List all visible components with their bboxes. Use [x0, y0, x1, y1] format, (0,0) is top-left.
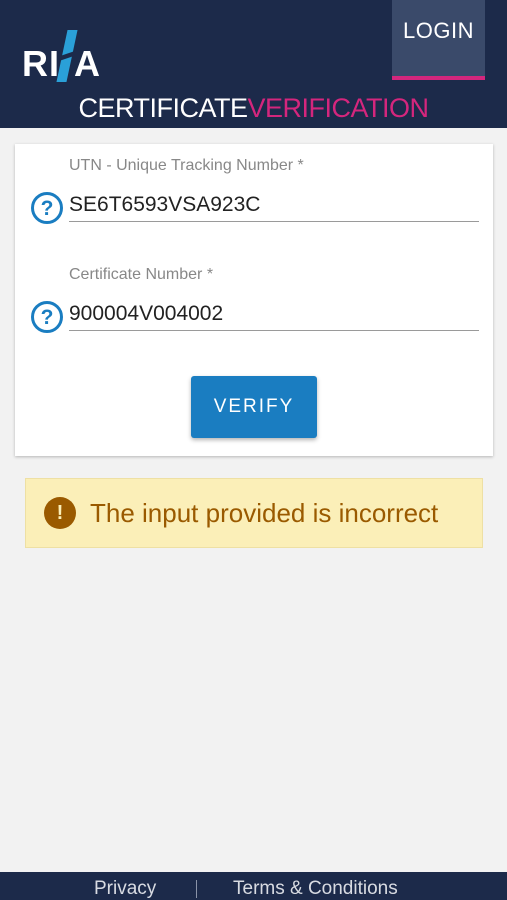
certificate-number-input[interactable]: [69, 297, 479, 331]
page-title: CERTIFICATEVERIFICATION: [0, 92, 507, 124]
app-header: RI A LOGIN CERTIFICATEVERIFICATION: [0, 0, 507, 128]
utn-input[interactable]: [69, 188, 479, 222]
utn-help-icon[interactable]: ?: [31, 192, 63, 224]
error-alert: ! The input provided is incorrect: [25, 478, 483, 548]
page-title-verification: VERIFICATION: [247, 93, 430, 123]
footer-divider: [196, 880, 197, 898]
page-title-certificate: CERTIFICATE: [78, 93, 248, 123]
rina-logo: RI A: [22, 24, 101, 84]
exclamation-circle-icon: !: [44, 497, 76, 529]
verify-button[interactable]: VERIFY: [191, 376, 317, 438]
utn-label: UTN - Unique Tracking Number *: [69, 157, 304, 174]
terms-link[interactable]: Terms & Conditions: [233, 878, 398, 900]
privacy-link[interactable]: Privacy: [94, 878, 156, 900]
login-button[interactable]: LOGIN: [392, 0, 485, 80]
certificate-number-label: Certificate Number *: [69, 266, 214, 283]
app-footer: Privacy Terms & Conditions: [0, 872, 507, 900]
logo-text-left: RI: [22, 43, 60, 84]
error-message: The input provided is incorrect: [90, 497, 439, 528]
verification-form-card: UTN - Unique Tracking Number * ? Certifi…: [15, 144, 493, 456]
certificate-help-icon[interactable]: ?: [31, 301, 63, 333]
logo-text-right: A: [74, 43, 101, 84]
